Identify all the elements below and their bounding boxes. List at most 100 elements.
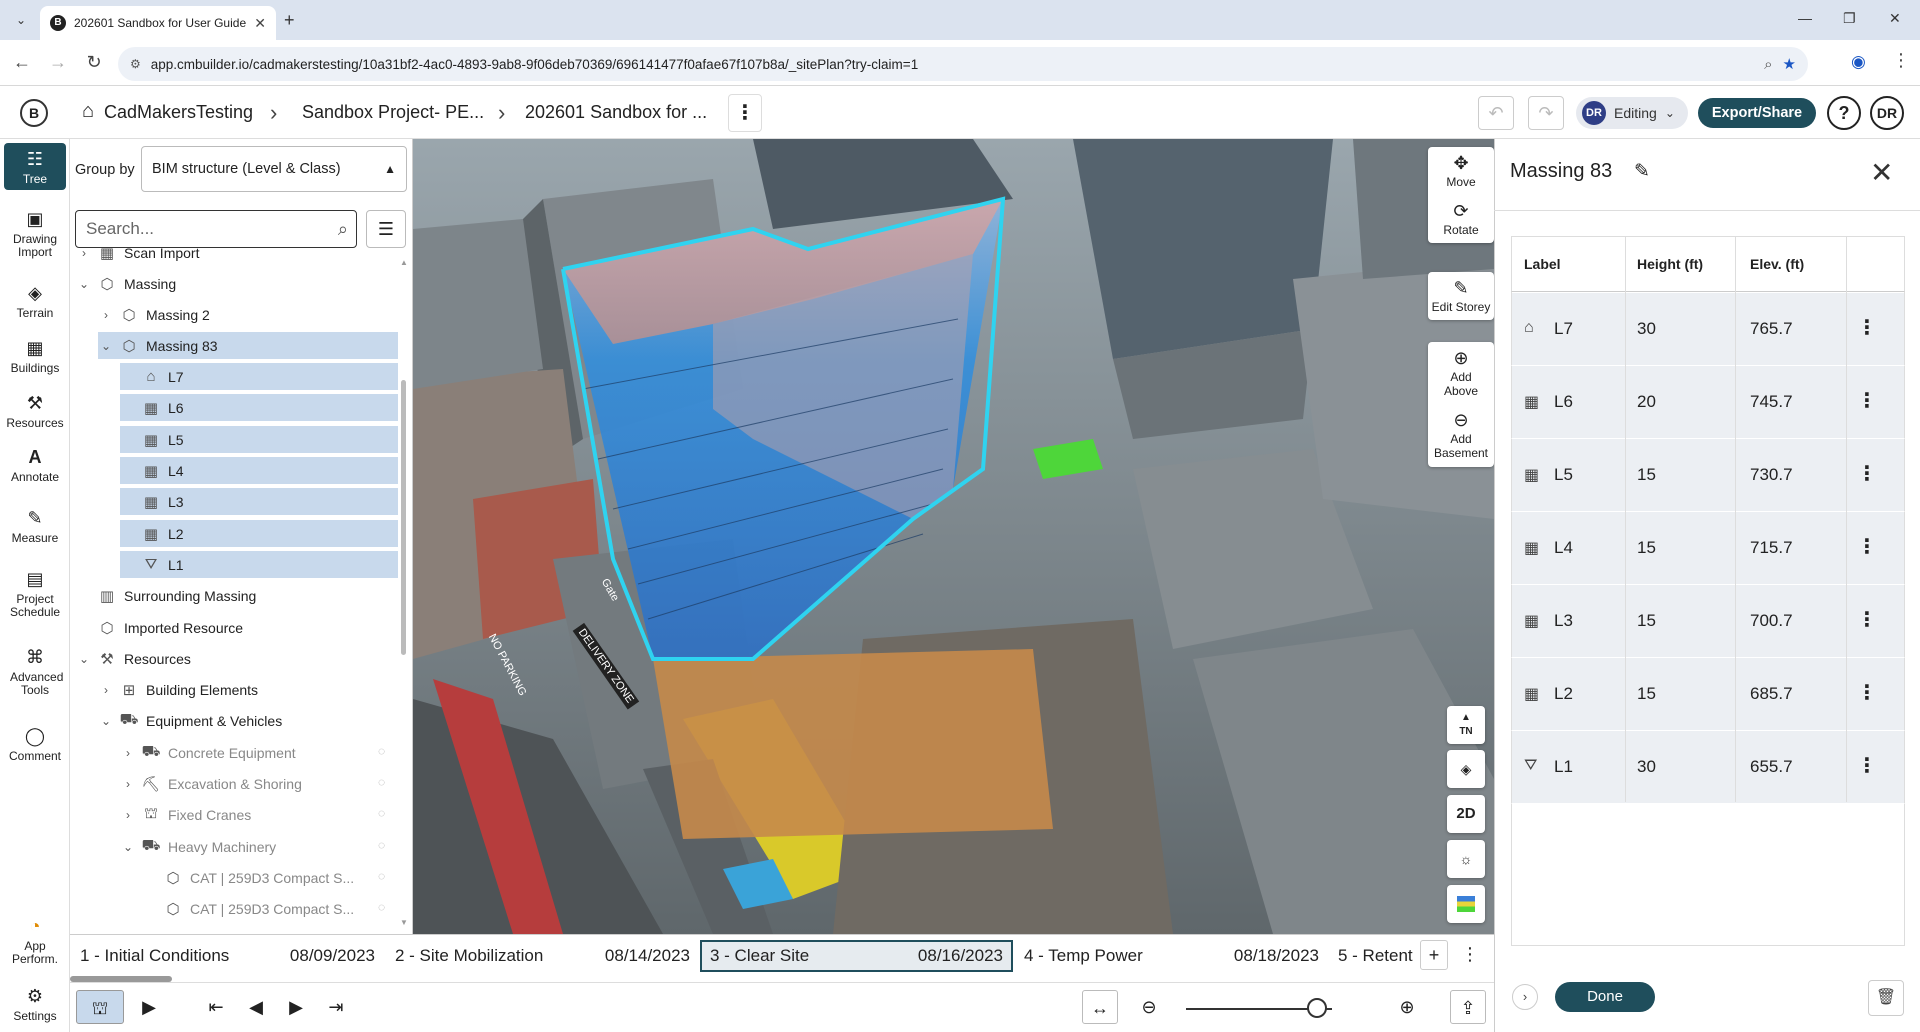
level-height[interactable]: 15 <box>1637 611 1656 631</box>
rail-item-terrain[interactable]: ◈ Terrain <box>0 283 70 320</box>
visibility-toggle-icon[interactable]: ◌ <box>378 900 385 914</box>
tree-item[interactable]: ⌄ ⬡ Massing 83 <box>98 332 398 359</box>
level-height[interactable]: 20 <box>1637 392 1656 412</box>
rail-item-app-performance[interactable]: ◔ App Perform. <box>0 916 70 967</box>
expand-chevron-icon[interactable]: › <box>76 246 92 260</box>
color-legend-button[interactable] <box>1447 885 1485 923</box>
level-menu-button[interactable]: ⋮ <box>1857 607 1877 632</box>
tree-item[interactable]: ▦ L4 <box>120 457 398 484</box>
expand-chevron-icon[interactable]: › <box>120 808 136 822</box>
help-button[interactable]: ? <box>1827 96 1861 130</box>
expand-chevron-icon[interactable]: › <box>98 683 114 697</box>
expand-chevron-icon[interactable]: ⌄ <box>76 652 92 666</box>
move-button[interactable]: ✥ Move <box>1428 147 1494 195</box>
rail-item-measure[interactable]: ✎ Measure <box>0 508 70 545</box>
skip-last-button[interactable]: ⇥ <box>318 990 354 1024</box>
app-logo[interactable]: B <box>20 99 48 127</box>
tree-item[interactable]: ⌄ ⬡ Massing <box>76 270 176 297</box>
expand-chevron-icon[interactable]: › <box>120 746 136 760</box>
close-window-icon[interactable]: ✕ <box>1889 10 1901 27</box>
export-timeline-button[interactable]: ⇪ <box>1450 990 1486 1024</box>
view-2d-button[interactable]: 2D <box>1447 795 1485 833</box>
expand-chevron-icon[interactable]: ⌄ <box>76 277 92 291</box>
level-menu-button[interactable]: ⋮ <box>1857 534 1877 559</box>
level-menu-button[interactable]: ⋮ <box>1857 388 1877 413</box>
fit-timeline-button[interactable]: ↔ <box>1082 990 1118 1024</box>
add-above-button[interactable]: ⊕ Add Above <box>1428 342 1494 404</box>
profile-icon[interactable]: ◉ <box>1851 52 1866 72</box>
close-tab-icon[interactable]: ✕ <box>254 15 266 32</box>
level-elevation[interactable]: 700.7 <box>1750 611 1793 631</box>
rail-item-comment[interactable]: ◯ Comment <box>0 726 70 763</box>
zoom-in-button[interactable]: ⊕ <box>1389 990 1425 1024</box>
scroll-up-icon[interactable]: ▲ <box>400 258 408 267</box>
model-menu-button[interactable]: ⋮ <box>728 94 762 132</box>
level-elevation[interactable]: 685.7 <box>1750 684 1793 704</box>
rename-button[interactable]: ✎ <box>1634 160 1650 183</box>
add-basement-button[interactable]: ⊖ Add Basement <box>1428 404 1494 466</box>
rail-item-drawing-import[interactable]: ▣ Drawing Import <box>0 209 70 260</box>
tree-item[interactable]: ⌂ L7 <box>120 363 398 390</box>
phase-item[interactable]: 1 - Initial Conditions 08/09/2023 <box>72 940 383 972</box>
rail-item-buildings[interactable]: ▦ Buildings <box>0 338 70 375</box>
video-button[interactable]: ▶ <box>131 990 167 1024</box>
tab-search-button[interactable]: ⌄ <box>10 9 32 31</box>
tree-item[interactable]: › ⊞ Building Elements <box>98 676 258 703</box>
visibility-toggle-icon[interactable]: ◌ <box>378 838 385 852</box>
tree-item[interactable]: ⌄ ⛟ Equipment & Vehicles <box>98 707 282 734</box>
step-back-button[interactable]: ◀ <box>238 990 274 1024</box>
scroll-down-icon[interactable]: ▼ <box>400 918 408 927</box>
breadcrumb-model[interactable]: 202601 Sandbox for ... <box>525 102 707 123</box>
true-north-button[interactable]: ▲ TN <box>1447 706 1485 744</box>
phase-item-active[interactable]: 3 - Clear Site 08/16/2023 <box>700 940 1013 972</box>
level-menu-button[interactable]: ⋮ <box>1857 680 1877 705</box>
rail-item-project-schedule[interactable]: ▤ Project Schedule <box>0 569 70 620</box>
minimize-window-icon[interactable]: — <box>1798 10 1812 26</box>
expand-chevron-icon[interactable]: ⌄ <box>98 714 114 728</box>
tree-item[interactable]: ▦ L2 <box>120 520 398 547</box>
level-elevation[interactable]: 745.7 <box>1750 392 1793 412</box>
expand-panel-button[interactable]: › <box>1512 984 1538 1010</box>
back-arrow-icon[interactable]: ← <box>10 52 34 73</box>
level-menu-button[interactable]: ⋮ <box>1857 753 1877 778</box>
user-menu-button[interactable]: DR <box>1870 96 1904 130</box>
restore-window-icon[interactable]: ❐ <box>1843 10 1856 27</box>
tree-item[interactable]: ⌄ ⚒ Resources <box>76 645 191 672</box>
reload-icon[interactable]: ↻ <box>82 52 106 73</box>
redo-button[interactable]: ↷ <box>1528 96 1564 130</box>
zoom-lens-icon[interactable]: ⌕ <box>1764 56 1772 73</box>
rail-item-settings[interactable]: ⚙ Settings <box>0 986 70 1023</box>
expand-chevron-icon[interactable]: ⌄ <box>98 339 114 353</box>
breadcrumb-org[interactable]: CadMakersTesting <box>104 102 253 123</box>
skip-first-button[interactable]: ⇤ <box>198 990 234 1024</box>
address-bar[interactable]: ⚙ app.cmbuilder.io/cadmakerstesting/10a3… <box>118 47 1808 81</box>
level-height[interactable]: 15 <box>1637 684 1656 704</box>
tree-item[interactable]: ⛛ L1 <box>120 551 398 578</box>
undo-button[interactable]: ↶ <box>1478 96 1514 130</box>
site-info-icon[interactable]: ⚙ <box>130 57 141 71</box>
browser-menu-icon[interactable]: ⋮ <box>1892 50 1910 71</box>
close-panel-button[interactable]: ✕ <box>1870 156 1893 189</box>
home-icon[interactable]: ⌂ <box>82 100 94 123</box>
add-phase-button[interactable]: + <box>1420 940 1448 970</box>
tree-filter-button[interactable]: ☰ <box>366 210 406 248</box>
edit-mode-selector[interactable]: DR Editing ⌄ <box>1576 97 1688 129</box>
bookmark-star-icon[interactable]: ★ <box>1783 55 1796 73</box>
tree-item[interactable]: › ▦ Scan Import <box>76 239 199 266</box>
3d-viewport[interactable]: NO PARKING DELIVERY ZONE Gate <box>413 139 1494 934</box>
tree-item[interactable]: ▥ Surrounding Massing <box>76 582 256 609</box>
done-button[interactable]: Done <box>1555 982 1655 1012</box>
tree-item[interactable]: ⌄ ⛟ Heavy Machinery <box>120 833 276 860</box>
rail-item-annotate[interactable]: A Annotate <box>0 447 70 484</box>
level-height[interactable]: 30 <box>1637 319 1656 339</box>
level-menu-button[interactable]: ⋮ <box>1857 461 1877 486</box>
level-elevation[interactable]: 765.7 <box>1750 319 1793 339</box>
level-elevation[interactable]: 730.7 <box>1750 465 1793 485</box>
layers-button[interactable]: ◈ <box>1447 750 1485 788</box>
rail-item-resources[interactable]: ⚒ Resources <box>0 393 70 430</box>
level-menu-button[interactable]: ⋮ <box>1857 315 1877 340</box>
visibility-toggle-icon[interactable]: ◌ <box>378 775 385 789</box>
new-tab-button[interactable]: + <box>284 10 295 31</box>
forward-arrow-icon[interactable]: → <box>46 52 70 73</box>
sun-study-button[interactable]: ☼ <box>1447 840 1485 878</box>
